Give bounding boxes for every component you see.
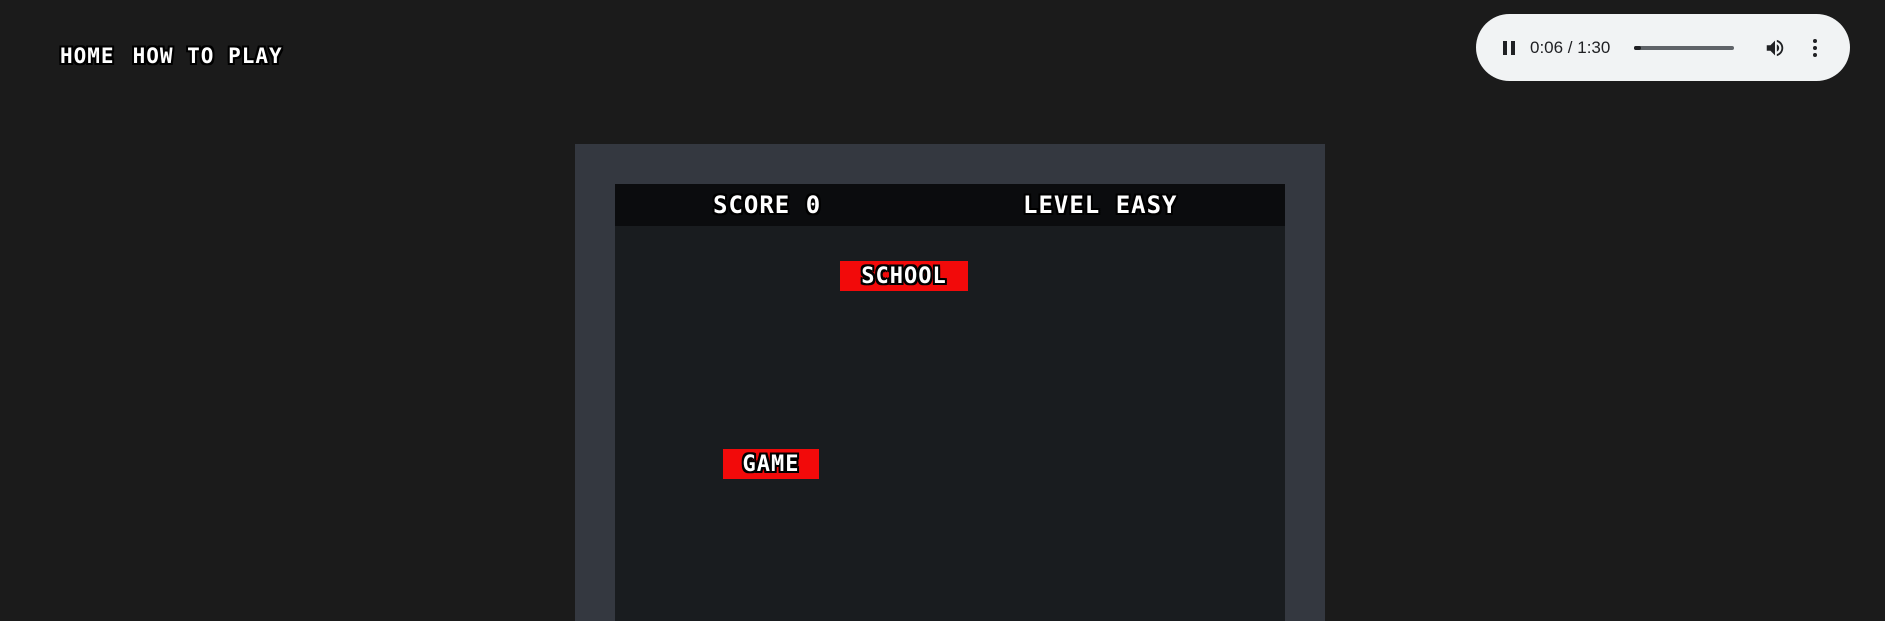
pause-icon	[1503, 40, 1515, 55]
falling-word-game: GAME	[723, 449, 819, 479]
nav-how-to-play-link[interactable]: HOW TO PLAY	[133, 44, 283, 68]
game-hud: SCORE 0 LEVEL EASY	[615, 184, 1285, 226]
audio-progress-fill	[1634, 45, 1642, 50]
volume-icon	[1767, 39, 1784, 56]
audio-player: 0:06 / 1:30	[1476, 14, 1850, 81]
game-board: SCORE 0 LEVEL EASY SCHOOL GAME	[615, 184, 1285, 621]
falling-word-school: SCHOOL	[840, 261, 968, 291]
volume-button[interactable]	[1760, 33, 1790, 63]
more-options-icon	[1813, 38, 1818, 57]
audio-progress-bar[interactable]	[1634, 45, 1735, 50]
score-display: SCORE 0	[713, 191, 822, 219]
nav-home-link[interactable]: HOME	[60, 44, 115, 68]
pause-button[interactable]	[1494, 33, 1524, 63]
audio-time-display: 0:06 / 1:30	[1530, 37, 1611, 57]
level-display: LEVEL EASY	[1023, 191, 1178, 219]
more-options-button[interactable]	[1800, 33, 1830, 63]
top-nav: HOME HOW TO PLAY	[60, 44, 283, 68]
